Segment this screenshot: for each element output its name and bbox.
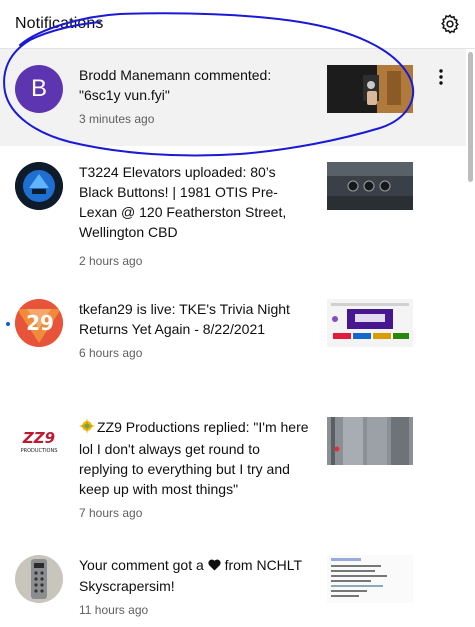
header-title: Notifications	[15, 15, 104, 32]
notification-time: 3 minutes ago	[79, 112, 155, 126]
video-thumbnail[interactable]	[327, 162, 413, 210]
notification-item[interactable]: Your comment got a from NCHLT Skyscraper…	[0, 540, 466, 627]
notification-item[interactable]: T3224 Elevators uploaded: 80’s Black But…	[0, 146, 466, 284]
notification-message: ZZ9 Productions replied: "I'm here lol I…	[79, 417, 311, 499]
video-thumbnail[interactable]	[327, 65, 413, 113]
notification-message: tkefan29 is live: TKE's Trivia Night Ret…	[79, 301, 290, 337]
avatar	[15, 162, 63, 210]
video-thumbnail[interactable]	[327, 555, 413, 603]
notification-list: B Brodd Manemann commented: "6sc1y vun.f…	[0, 49, 466, 627]
notification-text: T3224 Elevators uploaded: 80’s Black But…	[79, 162, 311, 269]
notification-text: tkefan29 is live: TKE's Trivia Night Ret…	[79, 299, 311, 361]
notification-message: Brodd Manemann commented: "6sc1y vun.fyi…	[79, 67, 272, 103]
notification-time: 7 hours ago	[79, 506, 143, 520]
more-vert-icon[interactable]	[431, 65, 451, 89]
notification-time: 6 hours ago	[79, 346, 143, 360]
avatar	[15, 555, 63, 603]
notification-item[interactable]: ZZ9 PRODUCTIONS ZZ9 Productions replied:…	[0, 402, 466, 540]
notification-message-prefix: Your comment got a	[79, 557, 204, 573]
sparkle-icon	[79, 418, 97, 439]
heart-icon	[208, 556, 221, 576]
gear-icon[interactable]	[439, 13, 461, 35]
notification-message: T3224 Elevators uploaded: 80’s Black But…	[79, 164, 287, 240]
avatar-subtext: PRODUCTIONS	[21, 448, 58, 454]
avatar-text: 29	[26, 311, 54, 335]
avatar: 29	[15, 299, 63, 347]
notification-message-text: ZZ9 Productions replied: "I'm here lol I…	[79, 419, 309, 497]
notification-time: 11 hours ago	[79, 603, 149, 617]
scrollbar[interactable]	[468, 52, 473, 182]
notification-time: 2 hours ago	[79, 254, 143, 268]
video-thumbnail[interactable]	[327, 299, 413, 347]
notification-item[interactable]: B Brodd Manemann commented: "6sc1y vun.f…	[0, 49, 466, 146]
notification-text: Brodd Manemann commented: "6sc1y vun.fyi…	[79, 65, 311, 127]
notification-message: Your comment got a from NCHLT Skyscraper…	[79, 555, 311, 596]
unread-indicator	[6, 322, 10, 326]
notification-text: Your comment got a from NCHLT Skyscraper…	[79, 555, 311, 618]
avatar-letter: B	[30, 75, 47, 102]
avatar-text: ZZ9	[22, 429, 55, 447]
avatar: ZZ9 PRODUCTIONS	[15, 417, 63, 465]
video-thumbnail[interactable]	[327, 417, 413, 465]
notification-text: ZZ9 Productions replied: "I'm here lol I…	[79, 417, 311, 521]
notifications-header: Notifications	[0, 0, 475, 48]
notification-item[interactable]: 29 tkefan29 is live: TKE's Trivia Night …	[0, 284, 466, 402]
avatar: B	[15, 65, 63, 113]
